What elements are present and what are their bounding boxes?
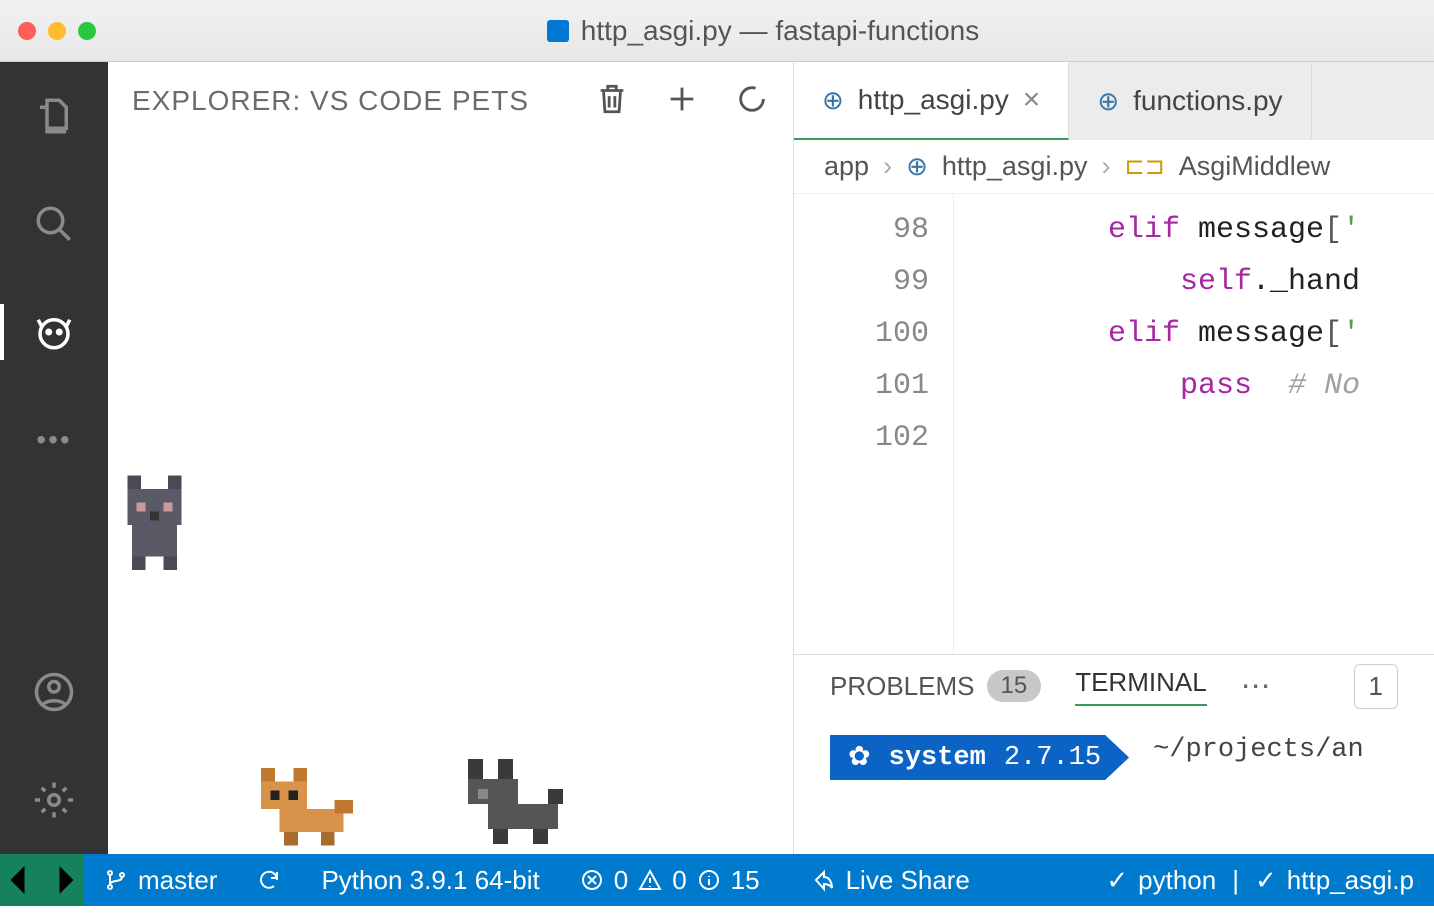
- close-tab-button[interactable]: ×: [1023, 83, 1041, 117]
- delete-pet-button[interactable]: [595, 82, 629, 121]
- live-share-icon: [812, 868, 836, 892]
- git-branch-button[interactable]: master: [84, 865, 237, 896]
- trash-icon: [595, 82, 629, 116]
- terminal-cwd: ~/projects/an: [1153, 735, 1364, 765]
- terminal-selector[interactable]: 1: [1354, 664, 1398, 709]
- problems-count-badge: 15: [987, 670, 1042, 702]
- line-gutter: 9899100101102: [794, 194, 954, 654]
- check-icon: ✓: [1106, 865, 1128, 896]
- pets-view-button[interactable]: [30, 308, 78, 356]
- files-icon: [33, 95, 75, 137]
- code-content[interactable]: elif message[' self._hand elif message['…: [954, 194, 1360, 654]
- window-controls: [18, 22, 96, 40]
- chevron-right-icon: ›: [1101, 151, 1110, 182]
- info-icon: [697, 868, 721, 892]
- terminal[interactable]: ✿ system 2.7.15 ~/projects/an: [794, 717, 1434, 854]
- settings-button[interactable]: [30, 776, 78, 824]
- window-title: http_asgi.py — fastapi-functions: [110, 15, 1416, 47]
- class-icon: ⊏⊐: [1124, 152, 1164, 181]
- ellipsis-icon: •••: [36, 424, 71, 456]
- clover-icon: ✿: [848, 741, 871, 774]
- main-area: ••• EXPLORER: VS CODE PETS: [0, 62, 1434, 854]
- editor-tabs: ⊕ http_asgi.py × ⊕ functions.py: [794, 62, 1434, 140]
- tab-label: http_asgi.py: [858, 84, 1009, 116]
- loading-indicator: [735, 82, 769, 121]
- status-right-python[interactable]: ✓ python | ✓ http_asgi.p: [1086, 865, 1434, 896]
- gear-icon: [33, 779, 75, 821]
- panel-more-button[interactable]: ⋯: [1241, 669, 1271, 704]
- minimize-window-button[interactable]: [48, 22, 66, 40]
- pet-fox[interactable]: [252, 764, 362, 854]
- pet-cat-gray[interactable]: [114, 475, 204, 575]
- remote-button[interactable]: [0, 854, 84, 906]
- pet-dog-gray[interactable]: [458, 754, 578, 854]
- sync-icon: [257, 868, 281, 892]
- panel-tabs: PROBLEMS 15 TERMINAL ⋯ 1: [794, 655, 1434, 717]
- add-pet-button[interactable]: [665, 82, 699, 121]
- more-views-button[interactable]: •••: [30, 416, 78, 464]
- activity-bar: •••: [0, 62, 108, 854]
- problems-status-button[interactable]: 0 0 15: [560, 865, 780, 896]
- explorer-header: EXPLORER: VS CODE PETS: [108, 62, 793, 140]
- accounts-button[interactable]: [30, 668, 78, 716]
- error-icon: [580, 868, 604, 892]
- close-window-button[interactable]: [18, 22, 36, 40]
- python-icon: ⊕: [906, 151, 928, 182]
- plus-icon: [665, 82, 699, 116]
- pet-icon: [33, 311, 75, 353]
- explorer-panel: EXPLORER: VS CODE PETS: [108, 62, 794, 854]
- tab-functions[interactable]: ⊕ functions.py: [1069, 62, 1311, 140]
- bottom-panel: PROBLEMS 15 TERMINAL ⋯ 1 ✿ system 2.7.15…: [794, 654, 1434, 854]
- pets-canvas[interactable]: [108, 140, 793, 854]
- titlebar: http_asgi.py — fastapi-functions: [0, 0, 1434, 62]
- terminal-tab[interactable]: TERMINAL: [1075, 667, 1206, 706]
- python-interpreter-button[interactable]: Python 3.9.1 64-bit: [301, 865, 559, 896]
- branch-icon: [104, 868, 128, 892]
- spinner-icon: [735, 82, 769, 116]
- code-editor[interactable]: 9899100101102 elif message[' self._hand …: [794, 194, 1434, 654]
- live-share-button[interactable]: Live Share: [792, 865, 990, 896]
- chevron-right-icon: ›: [883, 151, 892, 182]
- terminal-prompt: ✿ system 2.7.15: [830, 735, 1129, 780]
- warning-icon: [638, 868, 662, 892]
- maximize-window-button[interactable]: [78, 22, 96, 40]
- python-icon: ⊕: [822, 85, 844, 116]
- explorer-view-button[interactable]: [30, 92, 78, 140]
- editor-group: ⊕ http_asgi.py × ⊕ functions.py app › ⊕ …: [794, 62, 1434, 854]
- account-icon: [33, 671, 75, 713]
- tab-http-asgi[interactable]: ⊕ http_asgi.py ×: [794, 62, 1069, 140]
- search-view-button[interactable]: [30, 200, 78, 248]
- sync-button[interactable]: [237, 868, 301, 892]
- breadcrumb[interactable]: app › ⊕ http_asgi.py › ⊏⊐ AsgiMiddlew: [794, 140, 1434, 194]
- vscode-icon: [547, 20, 569, 42]
- breadcrumb-symbol[interactable]: AsgiMiddlew: [1179, 151, 1331, 182]
- python-icon: ⊕: [1097, 86, 1119, 117]
- explorer-title: EXPLORER: VS CODE PETS: [132, 85, 575, 117]
- search-icon: [33, 203, 75, 245]
- breadcrumb-folder[interactable]: app: [824, 151, 869, 182]
- breadcrumb-file[interactable]: http_asgi.py: [942, 151, 1088, 182]
- check-icon: ✓: [1255, 865, 1277, 896]
- status-bar: master Python 3.9.1 64-bit 0 0 15 Live S…: [0, 854, 1434, 906]
- problems-tab[interactable]: PROBLEMS 15: [830, 670, 1041, 702]
- tab-label: functions.py: [1133, 85, 1282, 117]
